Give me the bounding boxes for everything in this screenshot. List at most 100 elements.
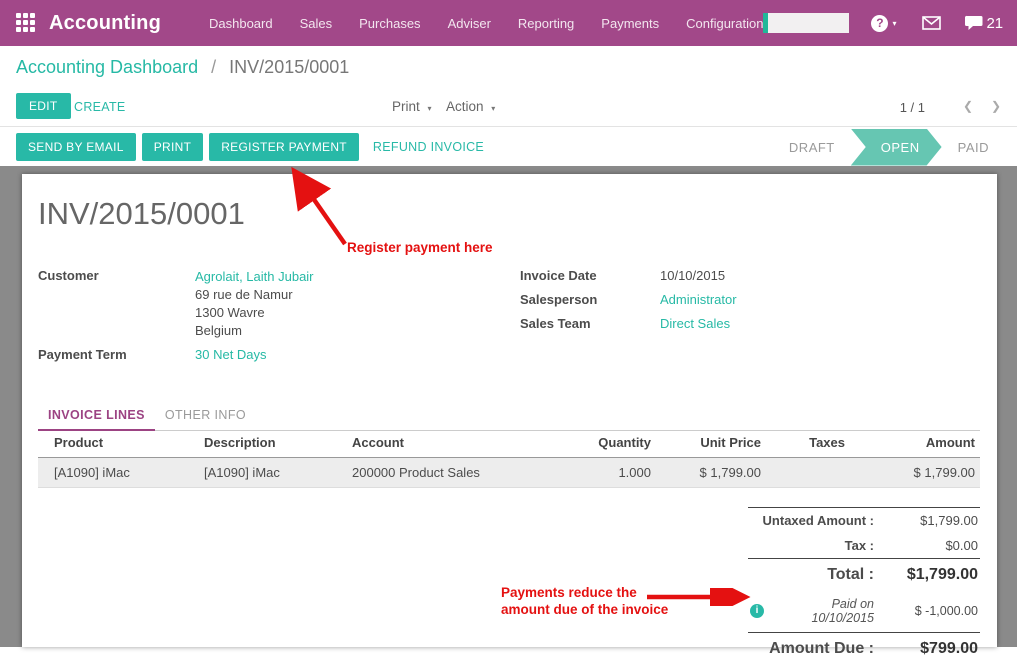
refund-invoice-button[interactable]: REFUND INVOICE bbox=[373, 140, 484, 154]
tab-other-info[interactable]: OTHER INFO bbox=[155, 402, 256, 430]
breadcrumb-parent[interactable]: Accounting Dashboard bbox=[16, 57, 198, 77]
invoice-date-value: 10/10/2015 bbox=[660, 268, 725, 283]
edit-button[interactable]: EDIT bbox=[16, 93, 71, 119]
cell-product: [A1090] iMac bbox=[38, 458, 188, 488]
status-open[interactable]: OPEN bbox=[851, 129, 942, 166]
apps-grid-icon[interactable] bbox=[16, 13, 35, 33]
invoice-lines-table: Product Description Account Quantity Uni… bbox=[38, 428, 980, 488]
create-button[interactable]: CREATE bbox=[74, 100, 126, 114]
salesperson-label: Salesperson bbox=[520, 292, 660, 307]
salesperson-link[interactable]: Administrator bbox=[660, 292, 737, 307]
customer-field-group: Customer Agrolait, Laith Jubair 69 rue d… bbox=[38, 268, 478, 367]
nav-right-icons: ? ▾ 21 bbox=[763, 13, 1003, 33]
breadcrumb-current: INV/2015/0001 bbox=[229, 57, 349, 77]
amount-due-value: $799.00 bbox=[886, 640, 978, 658]
column-header-quantity: Quantity bbox=[566, 428, 656, 458]
nav-item-payments[interactable]: Payments bbox=[601, 16, 659, 31]
status-paid[interactable]: PAID bbox=[944, 140, 1003, 155]
table-header-row: Product Description Account Quantity Uni… bbox=[38, 428, 980, 458]
customer-label: Customer bbox=[38, 268, 195, 340]
send-by-email-button[interactable]: SEND BY EMAIL bbox=[16, 133, 136, 161]
nav-menu: Dashboard Sales Purchases Adviser Report… bbox=[209, 16, 763, 31]
payment-term-link[interactable]: 30 Net Days bbox=[195, 347, 267, 362]
cell-description: [A1090] iMac bbox=[188, 458, 336, 488]
column-header-amount: Amount bbox=[850, 428, 980, 458]
untaxed-amount-value: $1,799.00 bbox=[886, 513, 978, 528]
total-label: Total : bbox=[750, 566, 886, 584]
sales-team-label: Sales Team bbox=[520, 316, 660, 331]
nav-item-adviser[interactable]: Adviser bbox=[448, 16, 491, 31]
paid-value: $ -1,000.00 bbox=[886, 604, 978, 618]
sales-team-link[interactable]: Direct Sales bbox=[660, 316, 730, 331]
cell-amount: $ 1,799.00 bbox=[850, 458, 980, 488]
breadcrumb-separator: / bbox=[211, 57, 216, 77]
nav-item-sales[interactable]: Sales bbox=[300, 16, 333, 31]
print-button[interactable]: PRINT bbox=[142, 133, 204, 161]
status-pipeline: DRAFT OPEN PAID bbox=[775, 128, 1003, 166]
user-menu[interactable] bbox=[763, 13, 849, 33]
annotation-payments-note: Payments reduce the amount due of the in… bbox=[501, 584, 668, 618]
column-header-description: Description bbox=[188, 428, 336, 458]
help-icon: ? bbox=[871, 15, 888, 32]
amount-due-label: Amount Due : bbox=[750, 640, 886, 658]
pager-previous-icon[interactable]: ❮ bbox=[963, 99, 973, 113]
tax-row: Tax : $0.00 bbox=[748, 533, 980, 558]
paid-note: Paid on 10/10/2015 bbox=[770, 597, 886, 625]
register-payment-arrow bbox=[283, 166, 358, 250]
nav-item-reporting[interactable]: Reporting bbox=[518, 16, 574, 31]
action-dropdown[interactable]: Action ▾ bbox=[446, 99, 495, 114]
payments-note-arrow bbox=[645, 588, 753, 606]
payment-term-label: Payment Term bbox=[38, 347, 195, 362]
column-header-product: Product bbox=[38, 428, 188, 458]
app-title: Accounting bbox=[49, 12, 161, 35]
invoice-statusbar: SEND BY EMAIL PRINT REGISTER PAYMENT REF… bbox=[0, 128, 1017, 166]
notebook-tabs: INVOICE LINES OTHER INFO bbox=[38, 402, 980, 431]
untaxed-amount-label: Untaxed Amount : bbox=[750, 513, 886, 528]
chevron-down-icon: ▾ bbox=[491, 104, 495, 113]
total-value: $1,799.00 bbox=[886, 566, 978, 584]
customer-link[interactable]: Agrolait, Laith Jubair bbox=[195, 269, 314, 284]
chat-bubble-icon bbox=[965, 15, 983, 31]
tax-value: $0.00 bbox=[886, 538, 978, 553]
payment-info-icon[interactable]: i bbox=[750, 604, 764, 618]
chevron-down-icon: ▾ bbox=[892, 19, 896, 28]
customer-address-city: 1300 Wavre bbox=[195, 305, 265, 320]
payment-line-row: i Paid on 10/10/2015 $ -1,000.00 bbox=[748, 591, 980, 632]
column-header-unit-price: Unit Price bbox=[656, 428, 766, 458]
breadcrumb: Accounting Dashboard / INV/2015/0001 bbox=[16, 57, 349, 78]
column-header-account: Account bbox=[336, 428, 566, 458]
nav-item-dashboard[interactable]: Dashboard bbox=[209, 16, 273, 31]
cell-unit-price: $ 1,799.00 bbox=[656, 458, 766, 488]
nav-item-configuration[interactable]: Configuration bbox=[686, 16, 763, 31]
cell-quantity: 1.000 bbox=[566, 458, 656, 488]
pager-count: 1 / 1 bbox=[900, 100, 925, 115]
customer-address-street: 69 rue de Namur bbox=[195, 287, 293, 302]
table-row[interactable]: [A1090] iMac [A1090] iMac 200000 Product… bbox=[38, 458, 980, 488]
invoice-sheet: INV/2015/0001 Customer Agrolait, Laith J… bbox=[22, 174, 997, 647]
status-draft[interactable]: DRAFT bbox=[775, 140, 849, 155]
amount-due-row: Amount Due : $799.00 bbox=[748, 632, 980, 665]
chat-counter[interactable]: 21 bbox=[965, 15, 1003, 32]
cell-account: 200000 Product Sales bbox=[336, 458, 566, 488]
tax-label: Tax : bbox=[750, 538, 886, 553]
messages-icon[interactable] bbox=[922, 16, 941, 30]
print-dropdown[interactable]: Print ▾ bbox=[392, 99, 432, 114]
total-row: Total : $1,799.00 bbox=[748, 558, 980, 591]
nav-item-purchases[interactable]: Purchases bbox=[359, 16, 420, 31]
invoice-number-title: INV/2015/0001 bbox=[38, 196, 245, 232]
chevron-down-icon: ▾ bbox=[428, 104, 432, 113]
tab-invoice-lines[interactable]: INVOICE LINES bbox=[38, 402, 155, 431]
control-panel: EDIT CREATE Print ▾ Action ▾ 1 / 1 ❮ ❯ bbox=[0, 91, 1017, 127]
form-background: INV/2015/0001 Customer Agrolait, Laith J… bbox=[0, 166, 1017, 647]
totals-block: Untaxed Amount : $1,799.00 Tax : $0.00 T… bbox=[748, 507, 980, 665]
statusbar-buttons: SEND BY EMAIL PRINT REGISTER PAYMENT REF… bbox=[16, 133, 484, 161]
column-header-taxes: Taxes bbox=[766, 428, 850, 458]
untaxed-amount-row: Untaxed Amount : $1,799.00 bbox=[748, 507, 980, 533]
chat-count: 21 bbox=[986, 15, 1003, 32]
cell-taxes bbox=[766, 458, 850, 488]
customer-address-country: Belgium bbox=[195, 323, 242, 338]
pager-next-icon[interactable]: ❯ bbox=[991, 99, 1001, 113]
help-menu[interactable]: ? ▾ bbox=[871, 15, 896, 32]
invoice-info-group: Invoice Date 10/10/2015 Salesperson Admi… bbox=[520, 268, 940, 340]
register-payment-button[interactable]: REGISTER PAYMENT bbox=[209, 133, 359, 161]
